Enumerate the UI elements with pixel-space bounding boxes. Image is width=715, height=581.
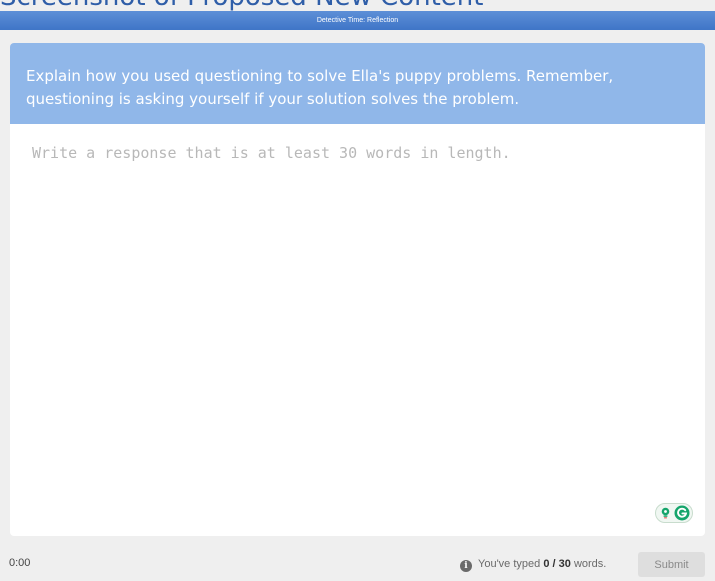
word-count-prefix: You've typed [478,558,541,570]
word-count-separator: / [552,558,556,570]
word-count-suffix: words. [573,558,607,570]
response-card: Explain how you used questioning to solv… [10,43,705,536]
word-count-status: i You've typed 0 / 30 words. [460,556,606,572]
activity-title: Detective Time: Reflection [316,17,399,24]
words-required-count: 30 [558,558,571,570]
activity-header: Detective Time: Reflection [0,11,715,30]
timer: 0:00 [9,557,31,569]
words-typed-count: 0 [543,558,550,570]
lightbulb-icon[interactable] [660,507,671,519]
submit-button[interactable]: Submit [638,552,705,577]
grammarly-icon[interactable] [674,505,690,521]
prompt-text: Explain how you used questioning to solv… [26,67,614,108]
info-icon: i [460,560,472,572]
grammar-assistant-widget[interactable] [655,503,693,523]
prompt-banner: Explain how you used questioning to solv… [10,43,705,124]
response-textarea[interactable] [10,124,705,536]
